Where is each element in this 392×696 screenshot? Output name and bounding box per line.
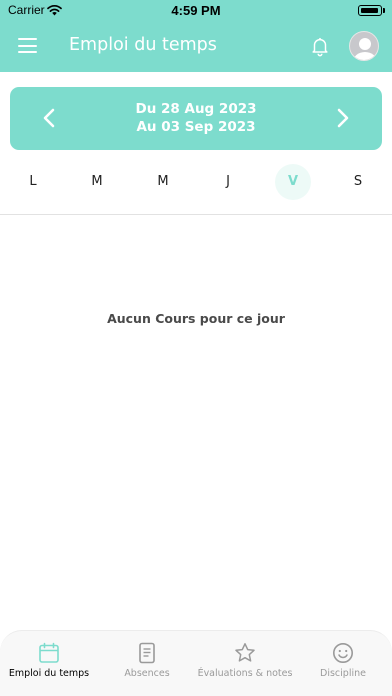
day-tuesday[interactable]: M: [79, 164, 115, 200]
avatar[interactable]: [349, 31, 379, 61]
tab-evaluations-notes[interactable]: Évaluations & notes: [196, 631, 294, 696]
bottom-tab-bar: Emploi du temps Absences Évaluations & n…: [0, 630, 392, 696]
star-icon: [235, 643, 255, 662]
day-selector: L M M J V S: [0, 160, 392, 204]
week-range: Du 28 Aug 2023 Au 03 Sep 2023: [10, 100, 382, 136]
menu-bar-3: [18, 51, 37, 53]
status-bar: Carrier 4:59 PM: [0, 0, 392, 22]
notification-bell-icon[interactable]: [309, 35, 331, 57]
battery-tip: [383, 8, 385, 13]
app-header: Carrier 4:59 PM Emploi du temps: [0, 0, 392, 72]
menu-bar-2: [18, 44, 37, 47]
day-monday[interactable]: L: [15, 164, 51, 200]
menu-button[interactable]: [18, 38, 37, 53]
day-wednesday[interactable]: M: [145, 164, 181, 200]
menu-bar-1: [18, 38, 37, 40]
smiley-icon: [333, 643, 353, 663]
user-avatar-icon: [353, 38, 377, 60]
battery-icon: [358, 5, 382, 16]
tab-label: Absences: [124, 668, 170, 679]
tab-absences[interactable]: Absences: [98, 631, 196, 696]
tab-label: Discipline: [320, 668, 366, 679]
tab-discipline[interactable]: Discipline: [294, 631, 392, 696]
day-thursday[interactable]: J: [210, 164, 246, 200]
status-time: 4:59 PM: [171, 3, 221, 18]
tab-label: Évaluations & notes: [197, 668, 293, 679]
day-friday[interactable]: V: [275, 164, 311, 200]
empty-state-message: Aucun Cours pour ce jour: [107, 311, 285, 326]
week-navigator: Du 28 Aug 2023 Au 03 Sep 2023: [10, 87, 382, 150]
document-icon: [139, 642, 155, 664]
calendar-icon: [39, 642, 59, 663]
divider: [0, 214, 392, 215]
week-end: Au 03 Sep 2023: [136, 119, 256, 135]
day-saturday[interactable]: S: [340, 164, 376, 200]
tab-label: Emploi du temps: [8, 668, 90, 679]
page-title: Emploi du temps: [69, 35, 217, 55]
tab-emploi-du-temps[interactable]: Emploi du temps: [0, 631, 98, 696]
week-start: Du 28 Aug 2023: [135, 101, 257, 117]
next-week-chevron-icon[interactable]: [328, 103, 356, 133]
